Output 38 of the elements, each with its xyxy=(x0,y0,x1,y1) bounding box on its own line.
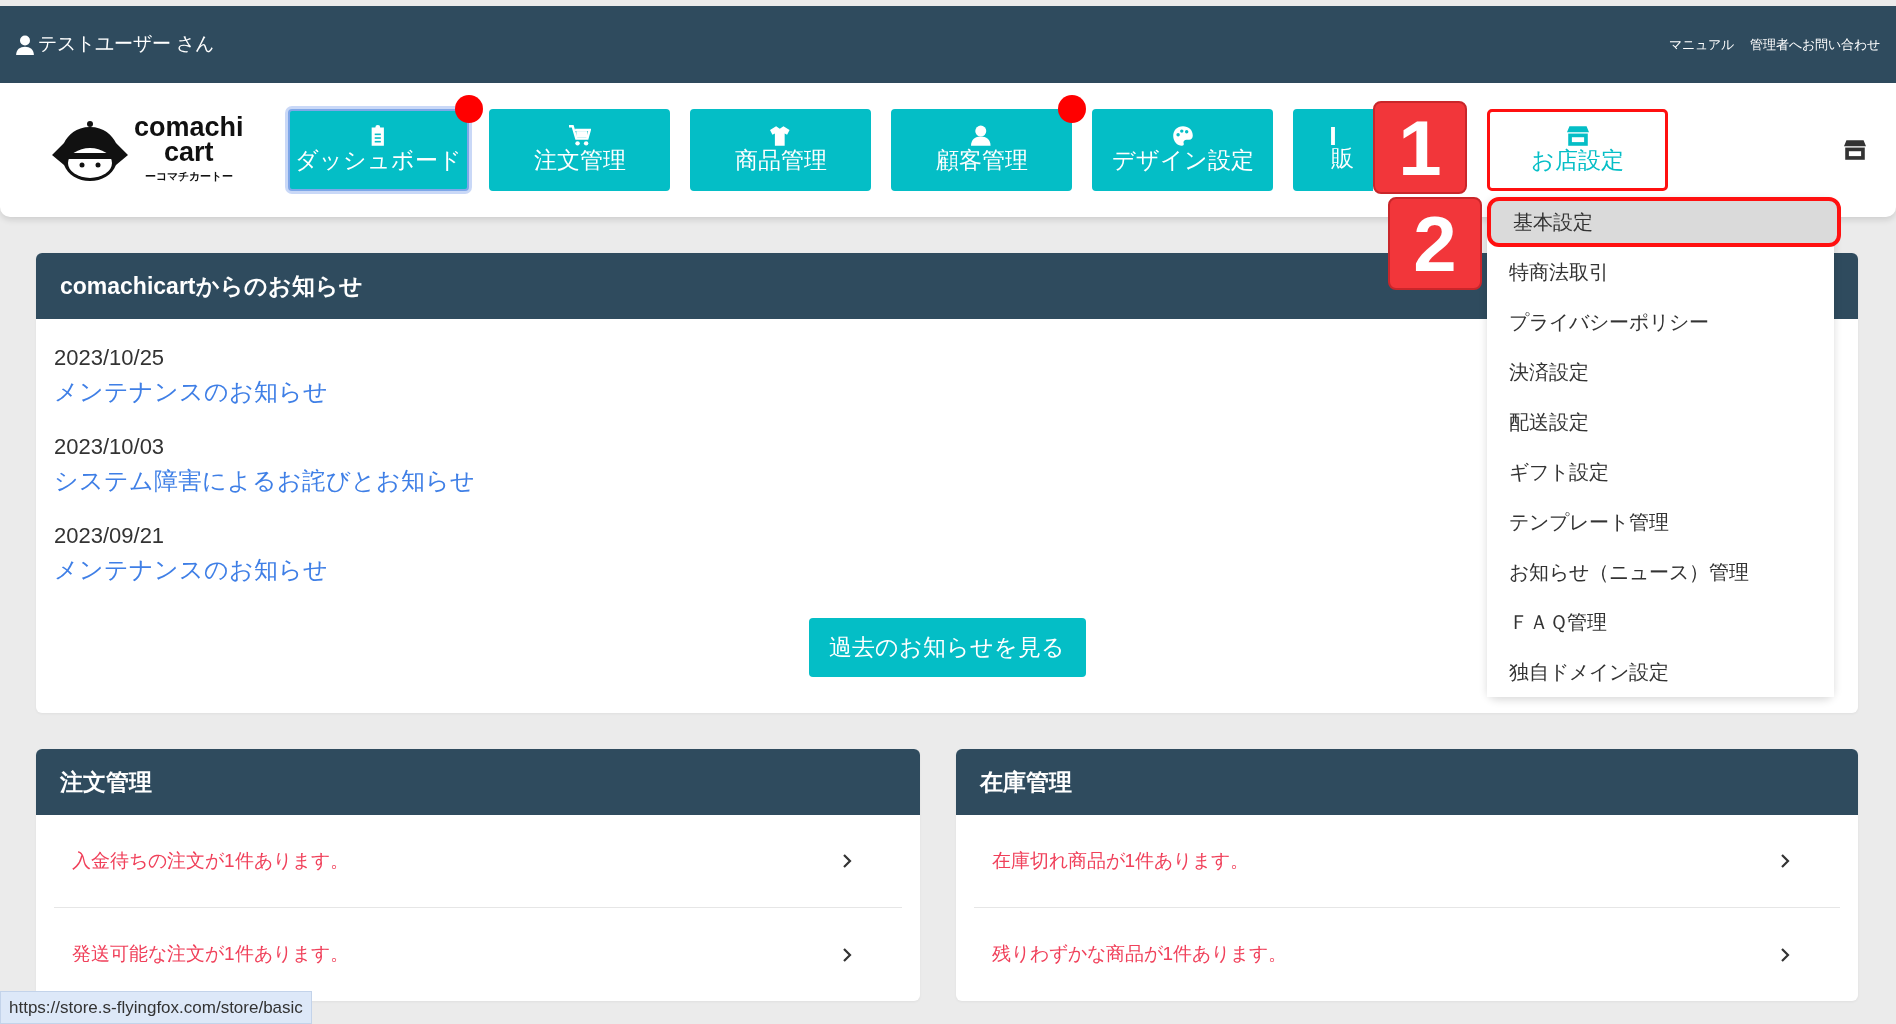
news-link[interactable]: システム障害によるお詫びとお知らせ xyxy=(54,463,475,499)
menu-item[interactable]: プライバシーポリシー xyxy=(1487,297,1834,347)
past-news-button[interactable]: 過去のお知らせを見る xyxy=(808,618,1086,677)
menu-item[interactable]: 独自ドメイン設定 xyxy=(1487,647,1834,697)
news-date: 2023/10/25 xyxy=(54,344,165,372)
menu-item[interactable]: ギフト設定 xyxy=(1487,447,1834,497)
news-link[interactable]: メンテナンスのお知らせ xyxy=(54,374,328,410)
menu-item[interactable]: 特商法取引 xyxy=(1487,247,1834,297)
user-name: テストユーザー さん xyxy=(38,32,215,57)
news-date: 2023/10/03 xyxy=(54,433,165,461)
logo-subtitle: ーコマチカートー xyxy=(144,169,233,185)
logo-text: comachi xyxy=(134,115,244,140)
nav-button[interactable]: デザイン設定 xyxy=(1092,109,1273,191)
callout-number: 2 xyxy=(1388,197,1482,290)
nav-button[interactable]: 注文管理 xyxy=(489,109,670,191)
menu-item[interactable]: ＦＡＱ管理 xyxy=(1487,597,1834,647)
header-link[interactable]: 管理者へお問い合わせ xyxy=(1750,34,1880,55)
menu-item[interactable]: 基本設定 xyxy=(1487,197,1841,247)
alert-row[interactable]: 入金待ちの注文が1件あります。 xyxy=(54,815,902,908)
alert-row[interactable]: 在庫切れ商品が1件あります。 xyxy=(973,815,1840,908)
card-header: 在庫管理 xyxy=(955,749,1858,815)
news-link[interactable]: メンテナンスのお知らせ xyxy=(54,552,328,588)
nav-button[interactable]: ダッシュボード xyxy=(288,109,469,191)
status-url: https://store.s-flyingfox.com/store/basic xyxy=(0,990,312,1024)
menu-item[interactable]: テンプレート管理 xyxy=(1487,497,1834,547)
nav-button[interactable]: 販 xyxy=(1293,109,1373,191)
nav-button[interactable]: 顧客管理 xyxy=(891,109,1072,191)
news-date: 2023/09/21 xyxy=(54,522,165,550)
nav-button[interactable]: 商品管理 xyxy=(690,109,871,191)
menu-item[interactable]: 決済設定 xyxy=(1487,347,1834,397)
header-link[interactable]: マニュアル xyxy=(1669,34,1734,55)
nav-button[interactable]: お店設定 xyxy=(1487,109,1668,191)
callout-number: 1 xyxy=(1373,101,1467,194)
menu-item[interactable]: お知らせ（ニュース）管理 xyxy=(1487,547,1834,597)
alert-row[interactable]: 残りわずかな商品が1件あります。 xyxy=(973,908,1840,1001)
logo-text: cart xyxy=(164,139,214,165)
card-header: 注文管理 xyxy=(36,749,920,815)
menu-item[interactable]: 配送設定 xyxy=(1487,397,1834,447)
